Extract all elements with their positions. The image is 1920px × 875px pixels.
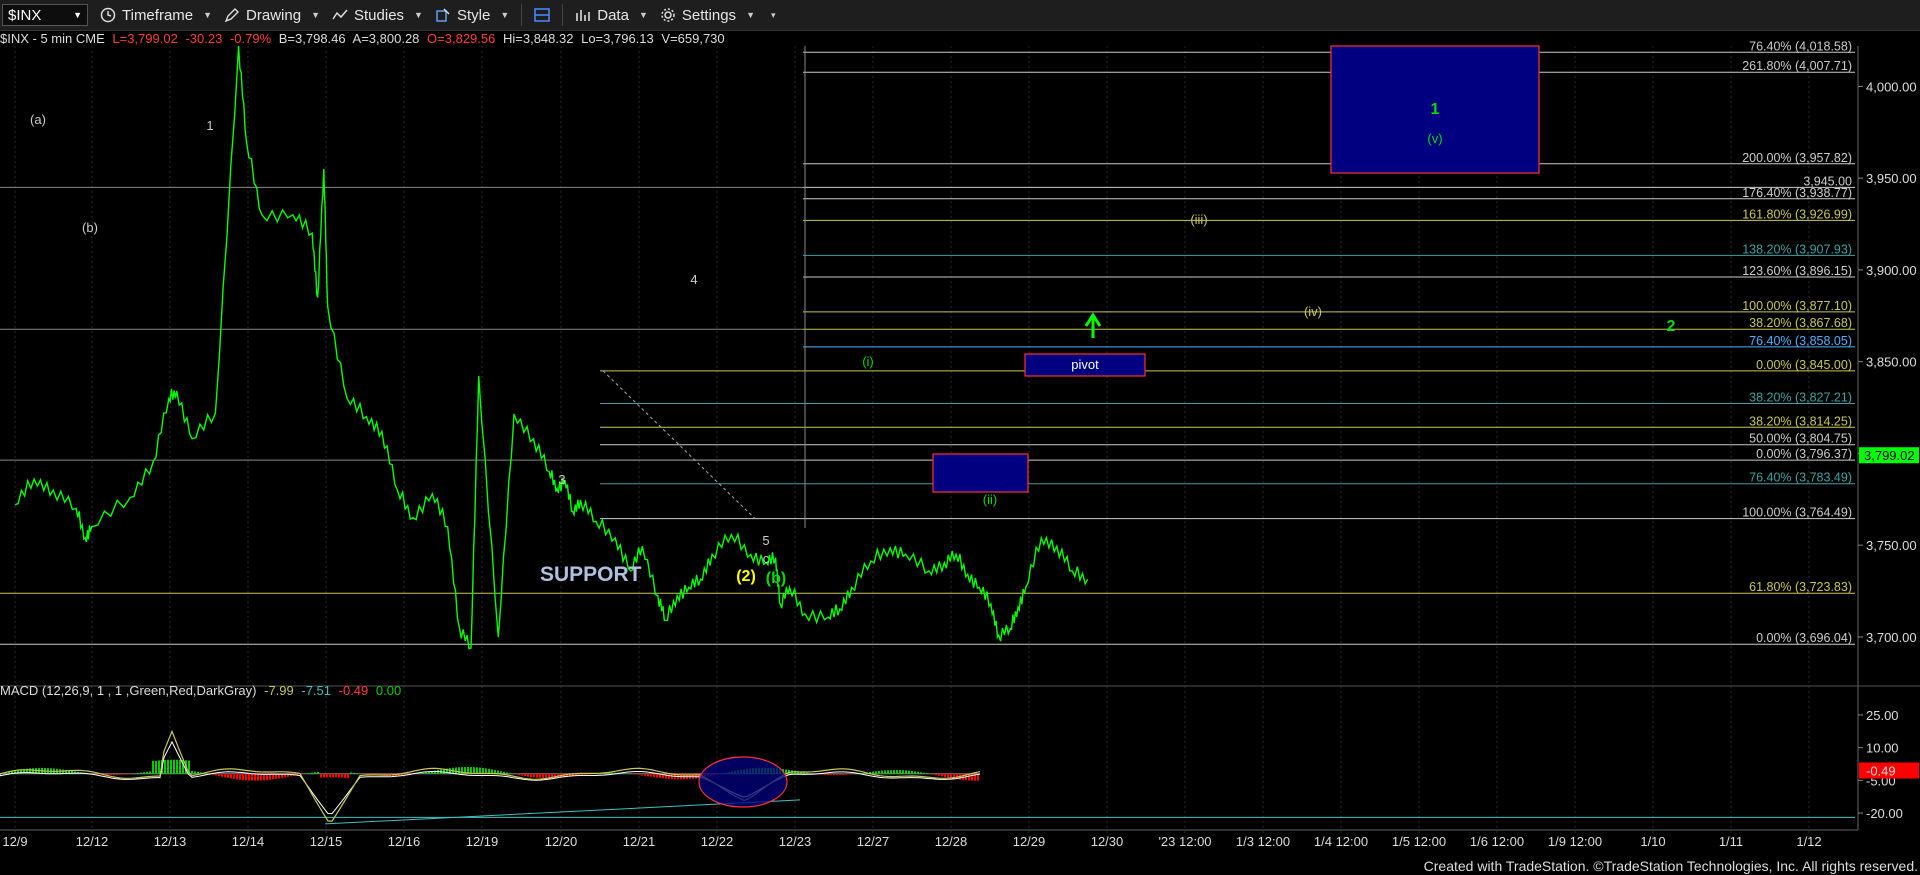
wave-label: (b) [82, 220, 98, 235]
time-axis-label: 12/21 [623, 834, 656, 849]
time-axis-label: 12/9 [2, 834, 27, 849]
macd-panel: 25.0010.00-5.00-20.00-0.49 [0, 685, 1920, 825]
time-axis-label: 12/12 [76, 834, 109, 849]
time-axis-label: 12/15 [310, 834, 343, 849]
time-axis-label: 1/10 [1640, 834, 1665, 849]
credit-footer: Created with TradeStation. ©TradeStation… [1423, 858, 1918, 874]
fib-label: 161.80% (3,926.99) [1742, 207, 1852, 221]
wave-label: (iv) [1304, 304, 1322, 319]
fib-label: 138.20% (3,907.93) [1742, 242, 1852, 256]
arrow-up-icon [1084, 312, 1102, 338]
wave-label: (iii) [1190, 212, 1207, 227]
wave-label: (a) [30, 112, 46, 127]
time-axis-label: 12/27 [857, 834, 890, 849]
price-axis-label: 4,000.00 [1866, 79, 1917, 94]
price-axis-label: 3,750.00 [1866, 538, 1917, 553]
axes: 4,000.003,950.003,900.003,850.003,800.00… [0, 46, 1919, 849]
fib-label: 61.80% (3,723.83) [1749, 580, 1852, 594]
time-axis-label: 12/16 [388, 834, 421, 849]
support-label: SUPPORT [540, 563, 642, 586]
price-axis-label: 3,950.00 [1866, 171, 1917, 186]
time-axis-label: 12/23 [779, 834, 812, 849]
price-axis-label: 3,700.00 [1866, 630, 1917, 645]
fib-label: 0.00% (3,796.37) [1756, 447, 1852, 461]
wave-label: 1 [206, 118, 213, 133]
macd-signal-line [0, 740, 981, 815]
fib-label: 100.00% (3,877.10) [1742, 299, 1852, 313]
wave-labels: (a) (b) 1 4 3 5 c (i) (ii) (iii) (iv) 2 (2) (b) SUPPOR… [30, 112, 1675, 587]
grid [14, 46, 1810, 840]
time-axis-label: 1/11 [1719, 834, 1743, 849]
wave-label: (i) [862, 354, 874, 369]
box-label: pivot [1071, 357, 1099, 372]
fib-label: 38.20% (3,814.25) [1749, 414, 1852, 428]
box-label: 1 [1431, 101, 1440, 118]
wave-label: (ii) [983, 492, 997, 507]
time-axis-label: 12/19 [466, 834, 499, 849]
fib-label: 100.00% (3,764.49) [1742, 506, 1852, 520]
time-axis-label: 1/4 12:00 [1314, 834, 1368, 849]
wave-label: 3 [558, 472, 565, 487]
fib-label: 76.40% (3,783.49) [1749, 471, 1852, 485]
time-axis-label: 12/30 [1091, 834, 1124, 849]
time-axis-label: 12/14 [232, 834, 265, 849]
time-axis-label: 12/20 [545, 834, 578, 849]
time-axis-label: '23 12:00 [1158, 834, 1211, 849]
fib-label: 76.40% (4,018.58) [1749, 39, 1852, 53]
wave-label: 4 [690, 272, 697, 287]
wave-label: 2 [1667, 318, 1676, 335]
fib-label: 261.80% (4,007.71) [1742, 59, 1852, 73]
price-axis-label: 3,850.00 [1866, 355, 1917, 370]
fib-levels: 76.40% (4,018.58) 261.80% (4,007.71) 200.0… [0, 39, 1855, 645]
macd-zero-value: 0.00 [375, 683, 402, 698]
time-axis-label: 1/3 12:00 [1236, 834, 1290, 849]
macd-line [0, 729, 981, 822]
last-price-tag-label: 3,799.02 [1864, 448, 1915, 463]
macd-title: MACD (12,26,9, 1 , 1 ,Green,Red,DarkGray… [0, 683, 257, 698]
time-axis-label: 1/5 12:00 [1392, 834, 1446, 849]
time-axis-label: 12/22 [701, 834, 734, 849]
box-sublabel: (v) [1427, 131, 1442, 146]
wave-ii-support-box [932, 453, 1029, 493]
macd-signal-value: -7.51 [301, 683, 332, 698]
time-axis-label: 12/28 [935, 834, 968, 849]
fib-label: 0.00% (3,696.04) [1756, 631, 1852, 645]
fib-label: 38.20% (3,867.68) [1749, 316, 1852, 330]
time-axis-label: 1/6 12:00 [1470, 834, 1524, 849]
wave-label: (2) [736, 568, 756, 585]
wave-label: c [763, 551, 770, 566]
time-axis-label: 12/29 [1013, 834, 1046, 849]
price-chart[interactable]: 76.40% (4,018.58) 261.80% (4,007.71) 200.0… [0, 0, 1920, 875]
macd-hist-value: -0.49 [338, 683, 369, 698]
macd-axis-label: 25.00 [1866, 708, 1899, 723]
price-axis-label: 3,900.00 [1866, 263, 1917, 278]
macd-title-bar: MACD (12,26,9, 1 , 1 ,Green,Red,DarkGray… [0, 683, 405, 698]
fib-label: 38.20% (3,827.21) [1749, 390, 1852, 404]
fib-label: 76.40% (3,858.05) [1749, 334, 1852, 348]
wave-label: 5 [762, 533, 769, 548]
macd-value: -7.99 [264, 683, 294, 698]
macd-axis-label: 10.00 [1866, 741, 1899, 756]
fib-label: 50.00% (3,804.75) [1749, 432, 1852, 446]
fib-label: 176.40% (3,938.77) [1742, 186, 1852, 200]
fib-label: 200.00% (3,957.82) [1742, 151, 1852, 165]
time-axis-label: 12/13 [154, 834, 187, 849]
fib-label: 0.00% (3,845.00) [1756, 358, 1852, 372]
wave-label: (b) [766, 570, 786, 587]
time-axis-label: 1/12 [1796, 834, 1821, 849]
macd-axis-label: -20.00 [1866, 806, 1903, 821]
fib-label: 123.60% (3,896.15) [1742, 264, 1852, 278]
target-boxes: 1 (v) pivot [932, 45, 1540, 493]
macd-divergence-ellipse [698, 756, 788, 808]
time-axis-label: 1/9 12:00 [1548, 834, 1602, 849]
macd-value-tag-label: -0.49 [1866, 764, 1896, 779]
